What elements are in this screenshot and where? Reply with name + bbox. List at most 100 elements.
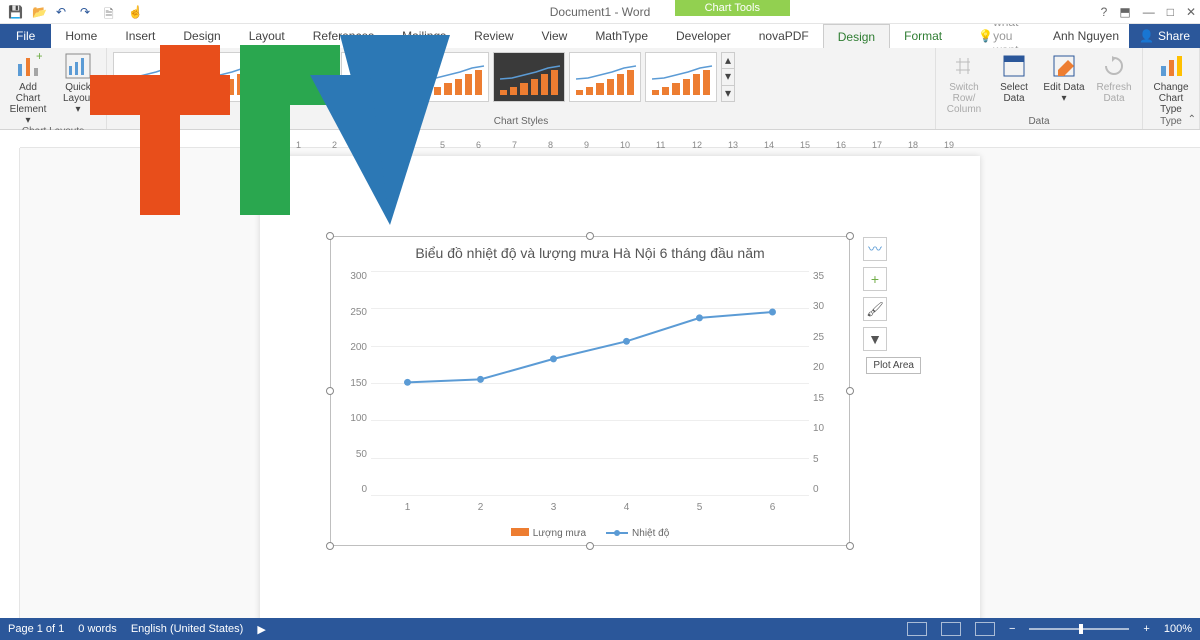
chart-style-thumb[interactable] (417, 52, 489, 102)
resize-handle[interactable] (846, 232, 854, 240)
line-series (371, 271, 809, 476)
chart-styles-button[interactable]: 🖌 (863, 297, 887, 321)
zoom-level[interactable]: 100% (1164, 623, 1192, 635)
tab-chart-format[interactable]: Format (890, 24, 956, 48)
group-data: Switch Row/ Column Select Data Edit Data… (936, 48, 1143, 129)
quick-layout-icon (64, 52, 92, 80)
chart-styles-gallery[interactable]: ▴ ▾ ▾ (113, 52, 929, 102)
tab-mailings[interactable]: Mailings (388, 24, 460, 48)
chart-style-thumb[interactable] (645, 52, 717, 102)
document-page: Biểu đồ nhiệt độ và lượng mưa Hà Nội 6 t… (260, 156, 980, 618)
redo-icon[interactable]: ↷ (80, 5, 94, 19)
tab-layout[interactable]: Layout (235, 24, 299, 48)
change-chart-type-button[interactable]: Change Chart Type (1149, 52, 1193, 115)
tell-me-search[interactable]: 💡 Tell me what you want to do... (956, 24, 1043, 48)
tab-novapdf[interactable]: novaPDF (745, 24, 823, 48)
resize-handle[interactable] (326, 232, 334, 240)
chart-elements-button[interactable]: 〰 (863, 237, 887, 261)
data-group-label: Data (1028, 116, 1049, 127)
tab-mathtype[interactable]: MathType (581, 24, 662, 48)
resize-handle[interactable] (586, 232, 594, 240)
horizontal-ruler[interactable]: 012345678910111213141516171819 (20, 130, 1200, 148)
chart-style-thumb[interactable] (265, 52, 337, 102)
touch-icon[interactable]: ☝ (128, 5, 142, 19)
legend-swatch-bar (511, 528, 529, 536)
chart-filter-button[interactable]: ▼ (863, 327, 887, 351)
vertical-ruler[interactable] (0, 148, 20, 618)
tab-insert[interactable]: Insert (111, 24, 169, 48)
open-icon[interactable]: 📂 (32, 5, 46, 19)
tab-view[interactable]: View (528, 24, 582, 48)
tab-review[interactable]: Review (460, 24, 527, 48)
print-layout-button[interactable] (941, 622, 961, 636)
close-icon[interactable]: ✕ (1186, 5, 1196, 19)
document-workspace[interactable]: Biểu đồ nhiệt độ và lượng mưa Hà Nội 6 t… (20, 148, 1200, 618)
y-axis-right: 35302520151050 (813, 271, 843, 495)
resize-handle[interactable] (846, 387, 854, 395)
undo-icon[interactable]: ↶ (56, 5, 70, 19)
resize-handle[interactable] (846, 542, 854, 550)
select-data-label: Select Data (992, 82, 1036, 104)
window-title: Document1 - Word (550, 5, 650, 19)
chart-style-thumb[interactable] (113, 52, 185, 102)
select-data-button[interactable]: Select Data (992, 52, 1036, 115)
chart-object[interactable]: Biểu đồ nhiệt độ và lượng mưa Hà Nội 6 t… (330, 236, 850, 546)
zoom-in-button[interactable]: + (1143, 623, 1149, 635)
add-chart-element-label: Add Chart Element (6, 82, 50, 115)
legend-item-bar: Lượng mưa (511, 528, 586, 539)
ribbon-tabs: File Home Insert Design Layout Reference… (0, 24, 1200, 48)
svg-text:+: + (36, 52, 42, 63)
save-icon[interactable]: 💾 (8, 5, 22, 19)
resize-handle[interactable] (326, 387, 334, 395)
resize-handle[interactable] (326, 542, 334, 550)
chart-styles-group-label: Chart Styles (113, 116, 929, 127)
edit-data-button[interactable]: Edit Data ▾ (1042, 52, 1086, 115)
change-chart-type-label: Change Chart Type (1149, 82, 1193, 115)
add-chart-element-icon: + (14, 52, 42, 80)
group-chart-layouts: + Add Chart Element ▾ Quick Layout ▾ Cha… (0, 48, 107, 129)
quick-access-toolbar: 💾 📂 ↶ ↷ 🗎 ☝ (0, 5, 142, 19)
tab-file[interactable]: File (0, 24, 51, 48)
chart-elements-plus-button[interactable]: + (863, 267, 887, 291)
refresh-data-button: Refresh Data (1092, 52, 1136, 115)
switch-row-column-icon (950, 52, 978, 80)
read-mode-button[interactable] (907, 622, 927, 636)
user-name[interactable]: Anh Nguyen (1043, 24, 1129, 48)
tab-design[interactable]: Design (169, 24, 234, 48)
switch-row-column-label: Switch Row/ Column (942, 82, 986, 115)
new-icon[interactable]: 🗎 (104, 5, 118, 19)
tab-references[interactable]: References (299, 24, 388, 48)
minimize-icon[interactable]: — (1143, 5, 1155, 19)
add-chart-element-button[interactable]: + Add Chart Element ▾ (6, 52, 50, 126)
tab-home[interactable]: Home (51, 24, 111, 48)
status-words[interactable]: 0 words (78, 623, 117, 635)
maximize-icon[interactable]: □ (1167, 5, 1174, 19)
zoom-slider[interactable] (1029, 628, 1129, 630)
legend-label-line: Nhiệt độ (632, 528, 669, 539)
refresh-data-label: Refresh Data (1092, 82, 1136, 104)
help-icon[interactable]: ? (1101, 5, 1108, 19)
gallery-more-icon[interactable]: ▾ (722, 86, 734, 101)
web-layout-button[interactable] (975, 622, 995, 636)
status-language[interactable]: English (United States) (131, 623, 244, 635)
share-button[interactable]: 👤Share (1129, 24, 1200, 48)
quick-layout-button[interactable]: Quick Layout ▾ (56, 52, 100, 126)
chart-style-thumb[interactable] (493, 52, 565, 102)
tab-chart-design[interactable]: Design (823, 24, 890, 48)
ribbon-body: + Add Chart Element ▾ Quick Layout ▾ Cha… (0, 48, 1200, 130)
status-page[interactable]: Page 1 of 1 (8, 623, 64, 635)
chart-style-thumb[interactable] (189, 52, 261, 102)
change-chart-type-icon (1157, 52, 1185, 80)
zoom-out-button[interactable]: − (1009, 623, 1015, 635)
macro-icon[interactable]: ▶ (257, 623, 265, 636)
chart-legend[interactable]: Lượng mưa Nhiệt độ (331, 528, 849, 539)
chart-style-thumb[interactable] (341, 52, 413, 102)
collapse-ribbon-icon[interactable]: ⌃ (1188, 114, 1196, 125)
share-label: Share (1158, 29, 1190, 43)
tab-developer[interactable]: Developer (662, 24, 745, 48)
plot-area[interactable]: 300250200150100500 35302520151050 123456 (371, 271, 809, 495)
resize-handle[interactable] (586, 542, 594, 550)
chart-title[interactable]: Biểu đồ nhiệt độ và lượng mưa Hà Nội 6 t… (331, 237, 849, 265)
ribbon-display-icon[interactable]: ⬒ (1119, 5, 1130, 19)
chart-style-thumb[interactable] (569, 52, 641, 102)
